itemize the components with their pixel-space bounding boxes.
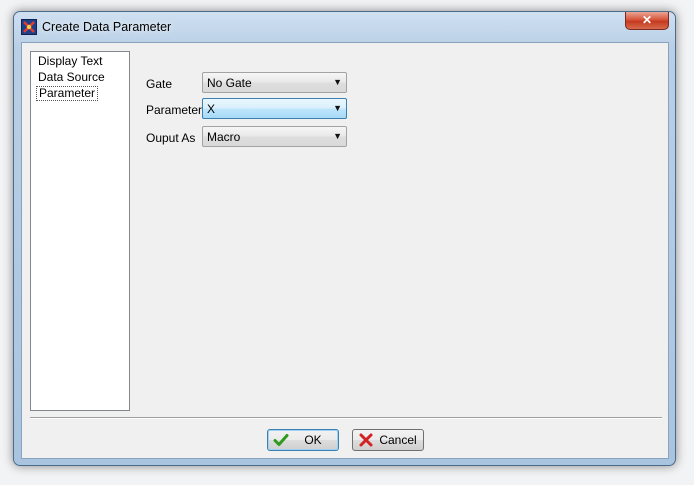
gate-label: Gate	[146, 77, 173, 91]
section-list[interactable]: Display Text Data Source Parameter	[30, 51, 130, 411]
red-x-icon	[359, 433, 373, 447]
ok-label: OK	[304, 433, 322, 447]
chevron-down-icon: ▼	[333, 131, 342, 141]
app-icon	[21, 19, 37, 35]
parameter-value: X	[207, 102, 216, 116]
dialog-body: Display Text Data Source Parameter Gate …	[21, 42, 669, 459]
close-button[interactable]: ✕	[625, 12, 669, 30]
chevron-down-icon: ▼	[333, 103, 342, 113]
checkmark-icon	[273, 434, 289, 446]
footer-separator	[30, 417, 662, 419]
output-dropdown[interactable]: Macro ▼	[202, 126, 347, 147]
output-value: Macro	[207, 130, 241, 144]
section-item-display-text[interactable]: Display Text	[36, 54, 104, 69]
parameter-label: Parameter	[146, 103, 203, 117]
ok-button[interactable]: OK	[267, 429, 339, 451]
chevron-down-icon: ▼	[333, 77, 342, 87]
parameter-dropdown[interactable]: X ▼	[202, 98, 347, 119]
cancel-button[interactable]: Cancel	[352, 429, 424, 451]
section-item-data-source[interactable]: Data Source	[36, 70, 107, 85]
output-label: Ouput As	[146, 131, 196, 145]
cancel-label: Cancel	[379, 433, 417, 447]
gate-value: No Gate	[207, 76, 252, 90]
window-title: Create Data Parameter	[42, 20, 172, 34]
section-item-parameter[interactable]: Parameter	[36, 86, 99, 101]
dialog-window: Create Data Parameter ✕ Display Text Dat…	[13, 11, 676, 466]
gate-dropdown[interactable]: No Gate ▼	[202, 72, 347, 93]
title-bar[interactable]: Create Data Parameter ✕	[14, 12, 675, 42]
